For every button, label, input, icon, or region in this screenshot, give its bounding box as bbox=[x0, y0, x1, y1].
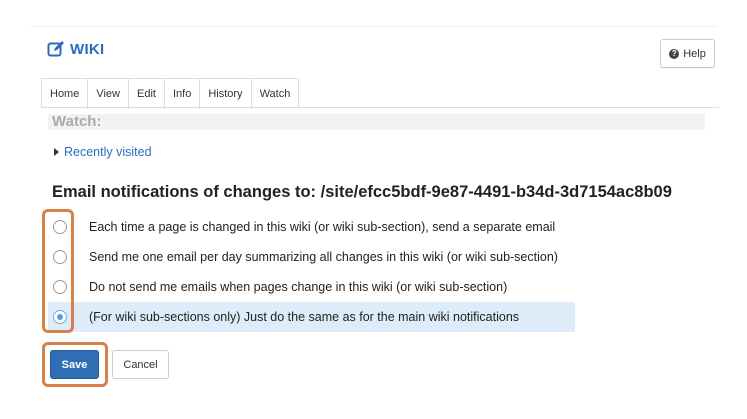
wiki-title: WIKI bbox=[47, 40, 105, 58]
email-notifications-heading: Email notifications of changes to: /site… bbox=[52, 183, 672, 201]
option-same-as-main[interactable]: (For wiki sub-sections only) Just do the… bbox=[48, 302, 575, 332]
edit-icon bbox=[47, 41, 64, 57]
radio-same-as-main[interactable] bbox=[53, 310, 67, 324]
help-button[interactable]: ? Help bbox=[660, 39, 715, 68]
recently-visited-toggle[interactable]: Recently visited bbox=[54, 145, 152, 159]
option-label[interactable]: Do not send me emails when pages change … bbox=[89, 280, 507, 294]
option-separate-email[interactable]: Each time a page is changed in this wiki… bbox=[48, 212, 575, 242]
tab-edit[interactable]: Edit bbox=[129, 79, 165, 109]
option-label[interactable]: (For wiki sub-sections only) Just do the… bbox=[89, 310, 519, 324]
question-icon: ? bbox=[669, 48, 680, 59]
recently-visited-link[interactable]: Recently visited bbox=[64, 145, 152, 159]
tab-history[interactable]: History bbox=[200, 79, 252, 109]
caret-right-icon bbox=[54, 148, 59, 156]
tab-info[interactable]: Info bbox=[165, 79, 201, 109]
wiki-tabs: Home View Edit Info History Watch bbox=[41, 78, 300, 109]
tab-view[interactable]: View bbox=[88, 79, 129, 109]
option-label[interactable]: Each time a page is changed in this wiki… bbox=[89, 220, 555, 234]
tab-watch[interactable]: Watch bbox=[252, 79, 299, 109]
radio-no-email[interactable] bbox=[53, 280, 67, 294]
help-label: Help bbox=[683, 47, 706, 60]
tabs-divider bbox=[41, 107, 719, 108]
option-daily-summary[interactable]: Send me one email per day summarizing al… bbox=[48, 242, 575, 272]
radio-separate-email[interactable] bbox=[53, 220, 67, 234]
watch-heading-bar: Watch: bbox=[48, 113, 705, 130]
notification-options: Each time a page is changed in this wiki… bbox=[48, 212, 575, 332]
option-no-email[interactable]: Do not send me emails when pages change … bbox=[48, 272, 575, 302]
radio-daily-summary[interactable] bbox=[53, 250, 67, 264]
page-title: WIKI bbox=[70, 40, 105, 58]
cancel-button[interactable]: Cancel bbox=[112, 350, 169, 379]
top-divider bbox=[30, 26, 717, 27]
option-label[interactable]: Send me one email per day summarizing al… bbox=[89, 250, 558, 264]
tab-home[interactable]: Home bbox=[42, 79, 89, 109]
watch-heading: Watch: bbox=[52, 113, 102, 130]
save-button[interactable]: Save bbox=[50, 350, 99, 379]
